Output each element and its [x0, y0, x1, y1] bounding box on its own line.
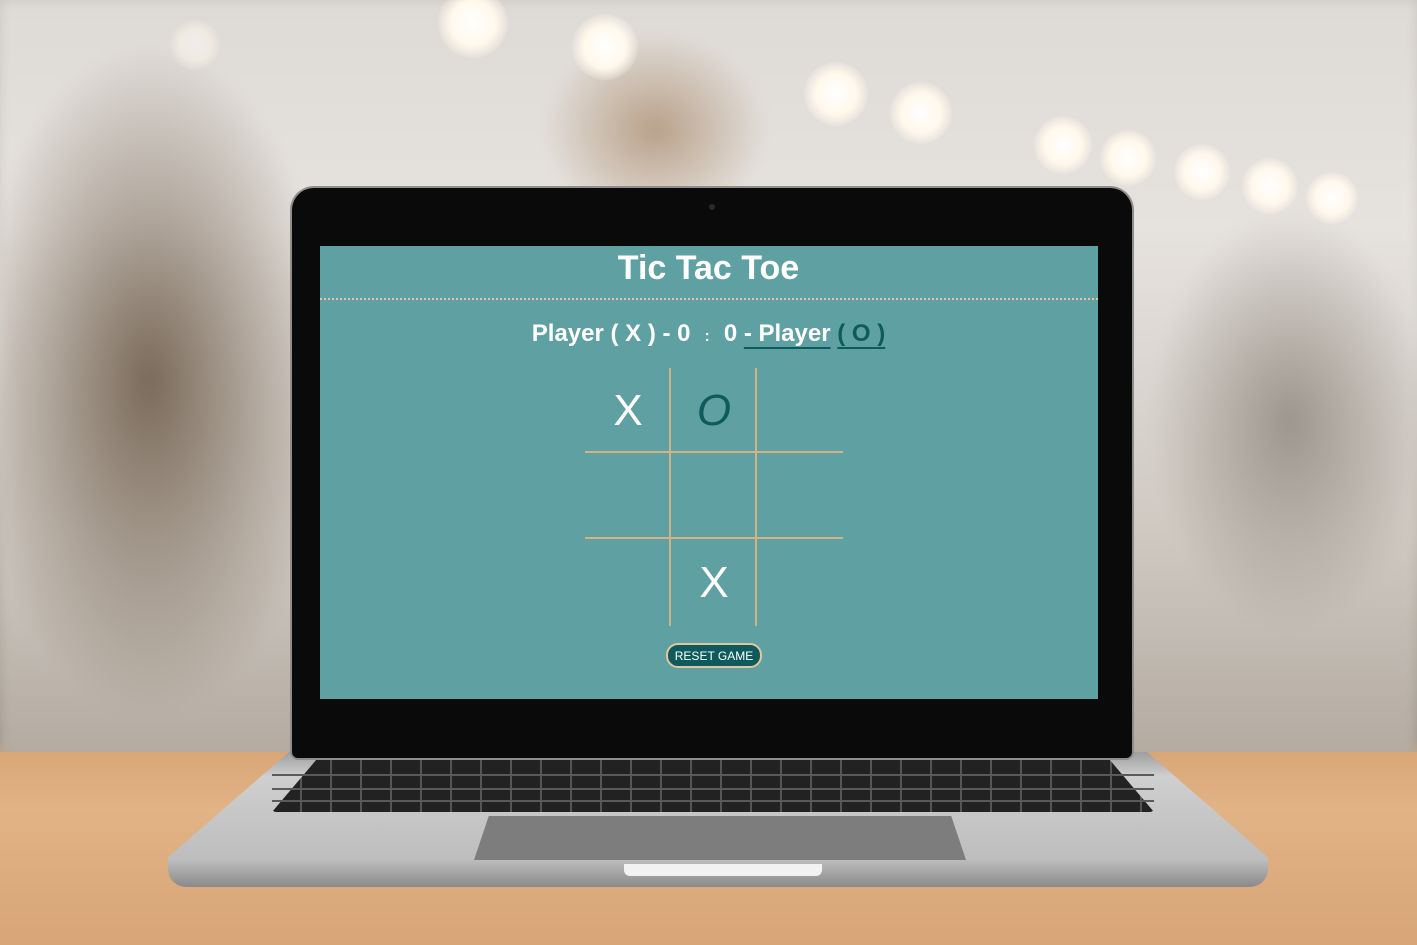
ceiling-light: [1242, 158, 1298, 214]
player-o-score-value: 0: [723, 320, 744, 347]
title-divider: [320, 298, 1098, 300]
board-grid-line: [669, 368, 671, 626]
board-cell-1-0[interactable]: [585, 454, 671, 540]
score-separator: :: [704, 328, 710, 345]
player-o-label: - Player: [743, 320, 831, 347]
ceiling-light: [170, 20, 220, 70]
board-cell-2-1[interactable]: X: [671, 540, 757, 626]
ceiling-light: [804, 62, 868, 126]
keyboard-row-divider: [272, 788, 1154, 790]
game-board: X O X: [585, 368, 843, 626]
board-cell-2-0[interactable]: [585, 540, 671, 626]
ceiling-light: [1174, 144, 1230, 200]
scoreboard: Player ( X ) - 0:0 - Player ( O ): [0, 318, 1417, 353]
reset-game-button[interactable]: RESET GAME: [666, 643, 762, 668]
ceiling-light: [890, 82, 952, 144]
board-cell-0-2[interactable]: [757, 368, 843, 454]
laptop-keyboard: [272, 760, 1154, 812]
board-cell-1-2[interactable]: [757, 454, 843, 540]
laptop-trackpad: [474, 816, 966, 860]
board-cell-0-1[interactable]: O: [671, 368, 757, 454]
board-cell-1-1[interactable]: [671, 454, 757, 540]
board-grid-line: [585, 537, 843, 539]
board-cell-2-2[interactable]: [757, 540, 843, 626]
laptop-notch: [624, 864, 822, 876]
keyboard-row-divider: [272, 800, 1154, 802]
ceiling-light: [1306, 172, 1358, 224]
keyboard-row-divider: [272, 774, 1154, 776]
ceiling-light: [572, 14, 638, 80]
scene: Tic Tac Toe Player ( X ) - 0:0 - Player …: [0, 0, 1417, 945]
board-grid-line: [585, 451, 843, 453]
game-title: Tic Tac Toe: [617, 249, 800, 287]
board-cell-0-0[interactable]: X: [585, 368, 671, 454]
ceiling-light: [1100, 130, 1156, 186]
board-grid-line: [755, 368, 757, 626]
webcam-icon: [709, 204, 715, 210]
player-x-score: Player ( X ) - 0: [531, 320, 691, 347]
player-o-mark: ( O ): [837, 320, 886, 347]
ceiling-light: [1034, 116, 1092, 174]
